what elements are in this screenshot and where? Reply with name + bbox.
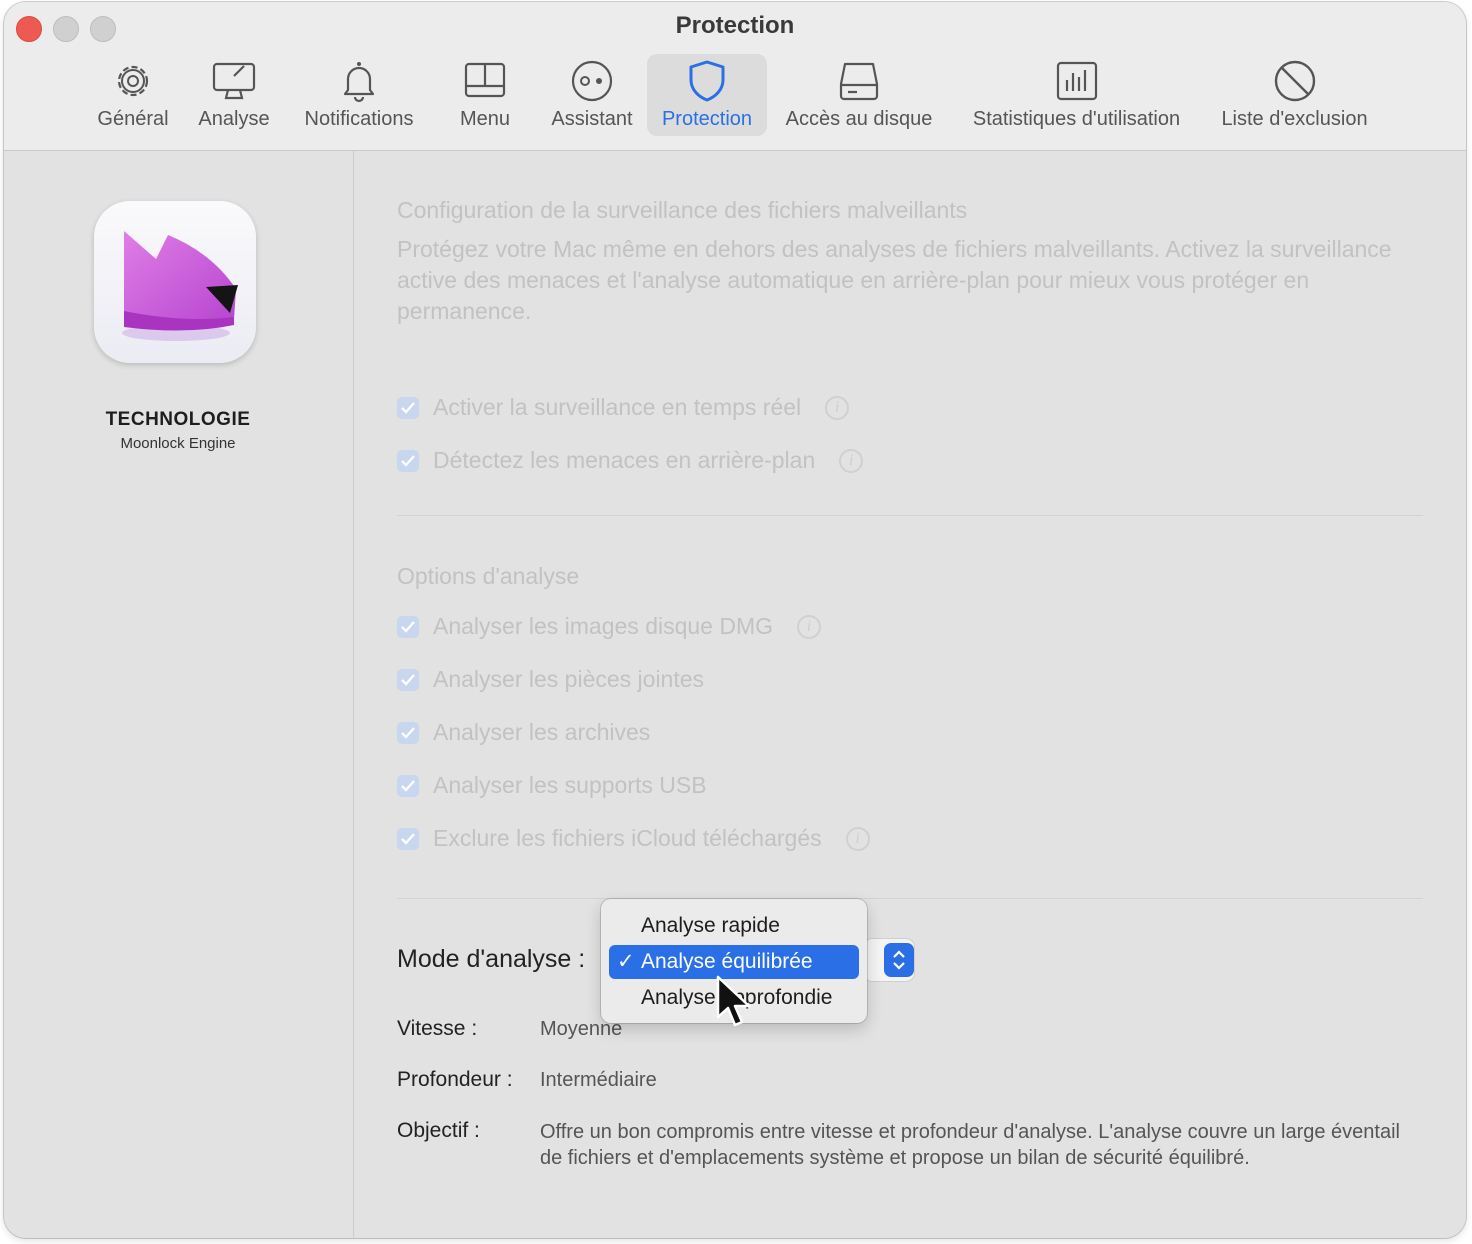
option-label: Détectez les menaces en arrière-plan [433, 447, 816, 473]
option-label: Activer la surveillance en temps réel [433, 394, 802, 420]
bell-icon [343, 62, 375, 103]
tab-notifications[interactable]: Notifications [294, 54, 424, 136]
gear-icon [117, 65, 149, 97]
info-icon[interactable]: i [845, 826, 870, 851]
option-label: Exclure les fichiers iCloud téléchargés [433, 825, 822, 851]
menu-bar-icon [464, 62, 506, 98]
scan-mode-stepper[interactable] [884, 943, 914, 977]
disk-icon [839, 62, 879, 101]
dropdown-option-balanced[interactable]: ✓ Analyse équilibrée [609, 945, 859, 979]
depth-value: Intermédiaire [540, 1069, 657, 1091]
objective-value: Offre un bon compromis entre vitesse et … [540, 1121, 1400, 1169]
monitoring-heading: Configuration de la surveillance des fic… [397, 197, 968, 223]
tab-general[interactable]: Général [90, 54, 176, 136]
scan-archives-option[interactable]: Analyser les archives [397, 719, 650, 746]
scan-usb-option[interactable]: Analyser les supports USB [397, 772, 707, 799]
tab-label: Analyse [198, 108, 270, 130]
checkbox[interactable] [397, 721, 419, 744]
option-label: Analyser les supports USB [433, 772, 707, 798]
protection-panel: Configuration de la surveillance des fic… [354, 151, 1466, 1238]
info-icon[interactable]: i [825, 395, 850, 420]
prohibited-icon [1274, 60, 1315, 102]
tab-usage-statistics[interactable]: Statistiques d'utilisation [959, 54, 1194, 136]
tab-label: Notifications [304, 108, 414, 130]
scan-options-heading: Options d'analyse [397, 563, 580, 589]
info-icon[interactable]: i [797, 614, 822, 639]
checkmark-icon [401, 401, 415, 414]
option-label: Analyse rapide [641, 914, 780, 937]
tab-label: Liste d'exclusion [1221, 108, 1368, 130]
checkmark-icon [401, 726, 415, 739]
tab-label: Menu [459, 108, 511, 130]
technology-engine: Moonlock Engine [120, 435, 236, 452]
info-icon[interactable]: i [839, 448, 864, 473]
dropdown-option-quick[interactable]: Analyse rapide [609, 909, 859, 943]
shield-icon [689, 60, 725, 102]
checkmark-icon [401, 620, 415, 633]
exclude-icloud-option[interactable]: Exclure les fichiers iCloud téléchargés … [397, 825, 870, 852]
sidebar: TECHNOLOGIE Moonlock Engine [4, 151, 354, 1238]
option-label: Analyser les archives [433, 719, 651, 745]
window-title: Protection [675, 12, 795, 39]
tab-protection[interactable]: Protection [647, 54, 767, 136]
technology-title: TECHNOLOGIE [105, 409, 251, 430]
scan-mode-label: Mode d'analyse : [397, 945, 586, 973]
section-divider [397, 898, 1423, 899]
preferences-window: Protection Général Analyse Notifications… [4, 2, 1466, 1238]
scan-attachments-option[interactable]: Analyser les pièces jointes [397, 666, 704, 693]
section-divider [397, 515, 1423, 516]
depth-label: Profondeur : [397, 1068, 513, 1091]
mouse-cursor-icon [716, 975, 751, 1027]
checkbox[interactable] [397, 615, 419, 638]
tab-analyse[interactable]: Analyse [194, 54, 274, 136]
tab-disk-access[interactable]: Accès au disque [779, 54, 939, 136]
app-logo [94, 201, 256, 363]
checkmark-icon [401, 673, 415, 686]
tab-label: Statistiques d'utilisation [972, 108, 1181, 130]
tab-menu[interactable]: Menu [450, 54, 520, 136]
option-label: Analyser les images disque DMG [433, 613, 774, 639]
objective-label: Objectif : [397, 1119, 480, 1142]
checkmark-icon: ✓ [617, 950, 635, 973]
option-label: Analyser les pièces jointes [433, 666, 705, 692]
toolbar: Protection Général Analyse Notifications… [4, 2, 1466, 151]
checkbox[interactable] [397, 827, 419, 850]
checkmark-icon [401, 454, 415, 467]
tab-label: Général [97, 108, 169, 130]
speed-label: Vitesse : [397, 1017, 478, 1040]
option-label: Analyse équilibrée [641, 950, 813, 973]
realtime-monitoring-option[interactable]: Activer la surveillance en temps réel i [397, 394, 850, 421]
tab-label: Accès au disque [785, 108, 933, 130]
checkbox[interactable] [397, 774, 419, 797]
checkmark-icon [401, 779, 415, 792]
checkmark-icon [401, 832, 415, 845]
tab-label: Protection [661, 108, 753, 130]
monitoring-description: Protégez votre Mac même en dehors des an… [397, 236, 1392, 324]
tab-assistant[interactable]: Assistant [542, 54, 642, 136]
assistant-icon [571, 60, 613, 102]
checkbox[interactable] [397, 449, 419, 472]
background-detection-option[interactable]: Détectez les menaces en arrière-plan i [397, 447, 864, 474]
scan-dmg-option[interactable]: Analyser les images disque DMG i [397, 613, 822, 640]
checkbox[interactable] [397, 396, 419, 419]
tab-exclusion-list[interactable]: Liste d'exclusion [1212, 54, 1377, 136]
checkbox[interactable] [397, 668, 419, 691]
stats-icon [1056, 61, 1097, 101]
moonlock-logo-icon [122, 231, 238, 341]
monitor-scan-icon [212, 62, 256, 100]
chevron-up-down-icon [893, 950, 905, 970]
tab-label: Assistant [551, 108, 633, 130]
